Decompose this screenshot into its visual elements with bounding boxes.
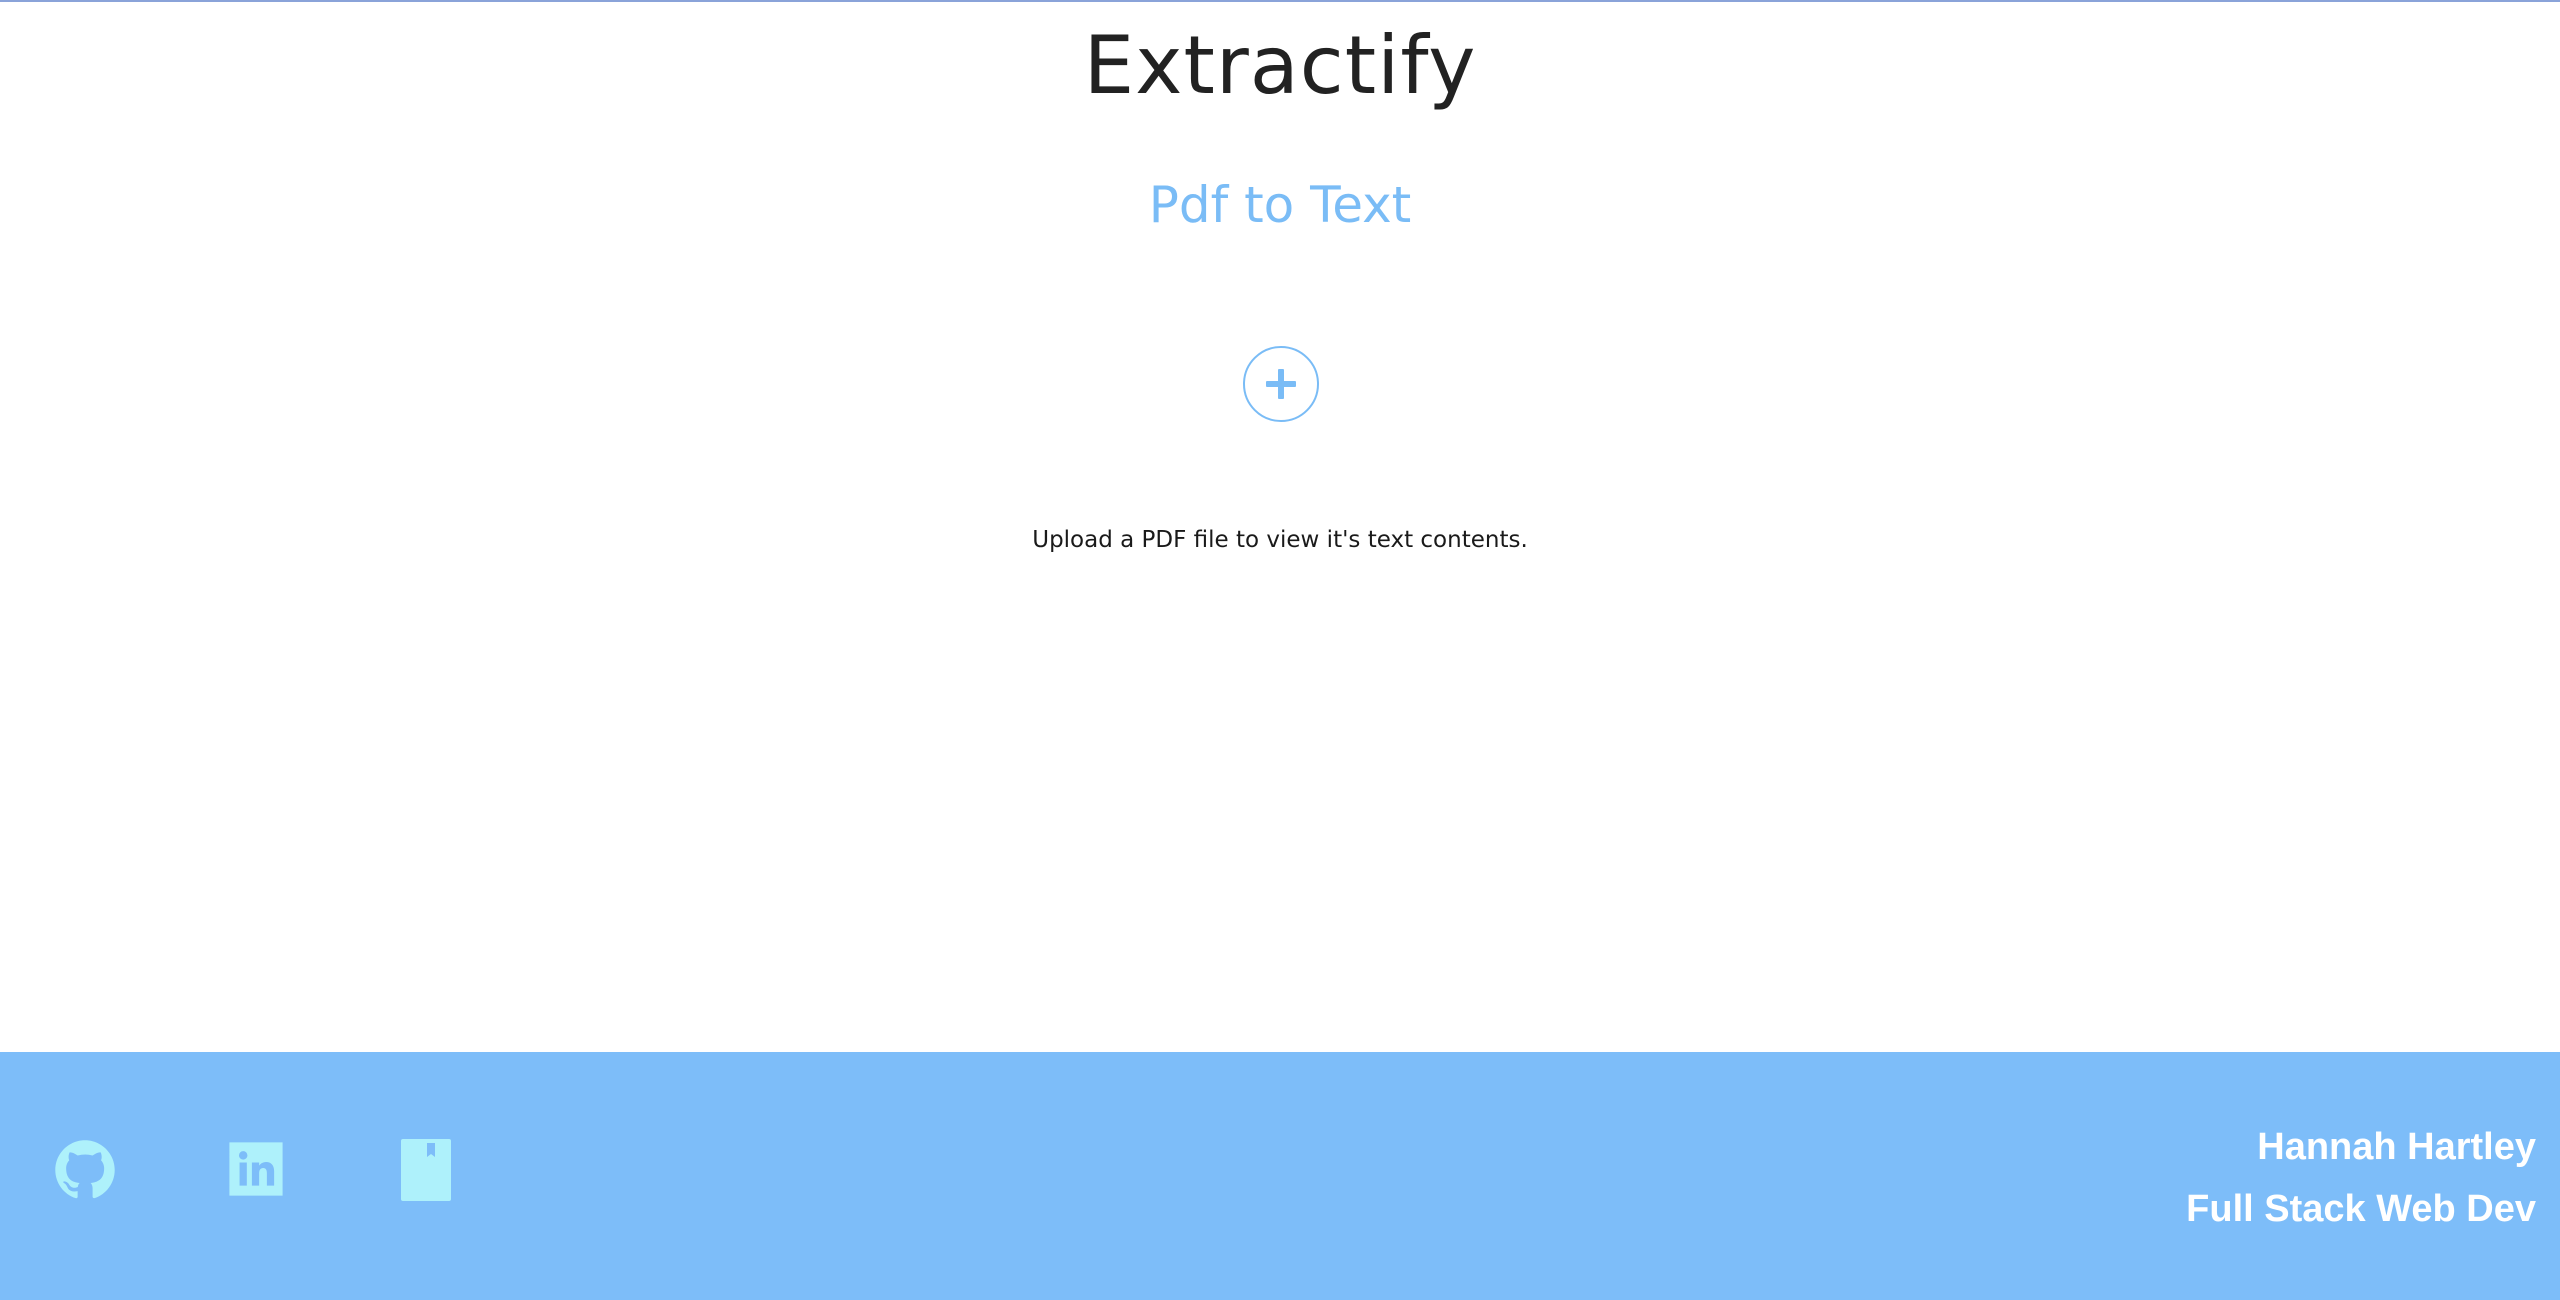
author-name: Hannah Hartley — [2257, 1126, 2536, 1168]
page: Extractify Pdf to Text Upload a PDF file… — [0, 0, 2560, 1300]
footer: Hannah Hartley Full Stack Web Dev — [0, 1052, 2560, 1300]
upload-hint: Upload a PDF file to view it's text cont… — [1032, 527, 1528, 553]
blog-link[interactable] — [400, 1138, 452, 1202]
app-subtitle: Pdf to Text — [1148, 176, 1412, 234]
plus-icon — [1266, 369, 1296, 399]
github-icon — [55, 1140, 115, 1199]
github-link[interactable] — [54, 1139, 116, 1201]
linkedin-icon — [229, 1142, 283, 1196]
book-icon — [401, 1139, 451, 1201]
app-title: Extractify — [1083, 19, 1477, 112]
author-role: Full Stack Web Dev — [2186, 1188, 2536, 1230]
upload-pdf-button[interactable] — [1243, 346, 1319, 422]
author-block: Hannah Hartley Full Stack Web Dev — [2186, 1116, 2536, 1240]
linkedin-link[interactable] — [226, 1139, 286, 1199]
